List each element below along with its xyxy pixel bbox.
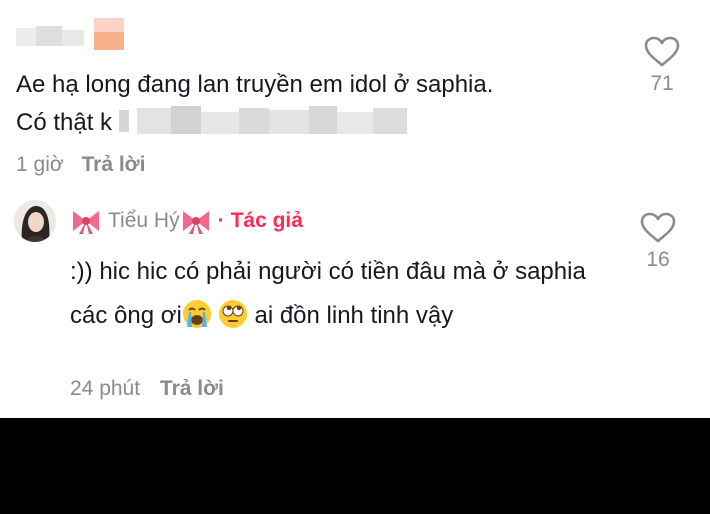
comment-2-text: :)) hic hic có phải người có tiền đâu mà… (70, 250, 610, 338)
bow-icon (73, 211, 99, 234)
comment-1-like-count: 71 (650, 72, 674, 95)
redacted-text (118, 105, 409, 136)
avatar-image (14, 200, 56, 242)
comment-1-line-2-text: Có thật k (16, 109, 119, 136)
heart-icon (640, 212, 676, 243)
comment-1-reply-button[interactable]: Trả lời (81, 153, 145, 176)
comment-2-like-count: 16 (646, 248, 670, 271)
comment-2-author-row: Tiểu Hý · Tác giả (70, 204, 303, 238)
comment-1-line-2: Có thật k (16, 104, 616, 142)
crying-face-icon (182, 299, 211, 328)
comment-1-text: Ae hạ long đang lan truyền em idol ở sap… (16, 66, 616, 142)
comment-2-reply-button[interactable]: Trả lời (160, 377, 224, 400)
comment-2-like-button[interactable]: 16 (633, 212, 683, 272)
heart-icon (644, 36, 680, 67)
comment-1-line-1: Ae hạ long đang lan truyền em idol ở sap… (16, 71, 494, 98)
comment-2-meta: 24 phút Trả lời (70, 377, 224, 401)
rolling-eyes-icon (218, 299, 247, 328)
comment-1-like-button[interactable]: 71 (637, 36, 687, 96)
comment-2-text-part-2: ai đồn linh tinh vậy (247, 302, 454, 329)
bottom-black-bar (0, 418, 710, 514)
comment-1-time: 1 giờ (16, 153, 64, 176)
comment-2-time: 24 phút (70, 377, 141, 400)
comment-2-author-name[interactable]: Tiểu Hý (108, 209, 180, 233)
comment-1-meta: 1 giờ Trả lời (16, 153, 145, 177)
author-badge: Tác giả (230, 209, 303, 232)
comments-screen: Ae hạ long đang lan truyền em idol ở sap… (0, 0, 710, 514)
bow-icon (182, 211, 209, 234)
author-avatar[interactable] (14, 200, 56, 242)
redacted-username (16, 18, 126, 52)
separator-dot: · (217, 209, 225, 232)
